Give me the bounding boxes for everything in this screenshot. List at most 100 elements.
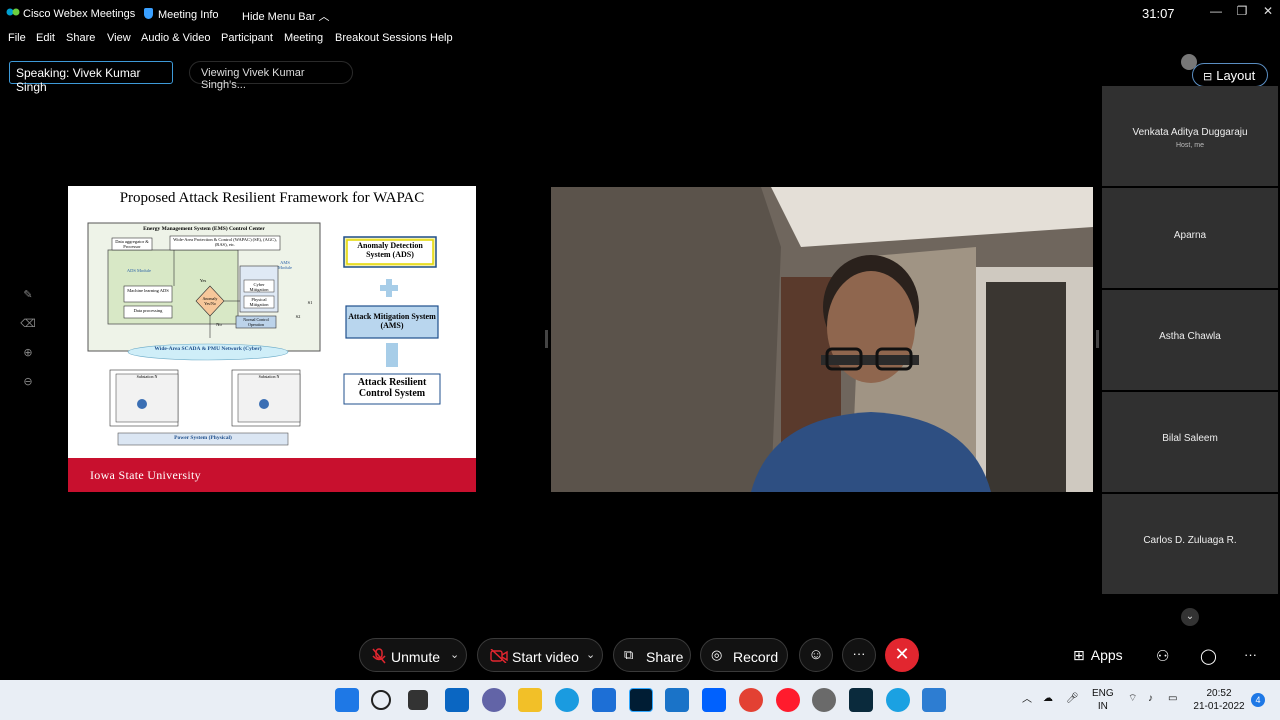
windows-taskbar: ︿ ☁ 🎤︎ ENG IN ⌔ ♪ ▭ 20:52 21-01-2022 4 — [0, 680, 1280, 720]
reactions-icon[interactable]: ☺ — [799, 638, 833, 672]
anomaly-decision-label: Anomaly Yes/No — [202, 296, 218, 306]
photoshop-icon[interactable] — [629, 688, 653, 712]
physical-mitigation-label: Physical Mitigation — [249, 297, 269, 307]
opera-icon[interactable] — [776, 688, 800, 712]
more-options-icon[interactable]: ··· — [842, 638, 876, 672]
substation-label: Substation N — [258, 374, 280, 379]
resize-handle-left[interactable] — [545, 330, 548, 348]
chevron-down-icon[interactable]: ⌄ — [450, 648, 459, 661]
participant-tile[interactable]: Carlos D. Zuluaga R. — [1102, 494, 1278, 594]
edge-icon[interactable] — [555, 688, 579, 712]
zoom-in-icon[interactable]: ⊕ — [18, 346, 38, 375]
start-icon[interactable] — [335, 688, 359, 712]
start-video-button[interactable]: Start video ⌄ — [477, 638, 603, 672]
title-bar: Cisco Webex Meetings Meeting Info Hide M… — [0, 0, 1280, 28]
clock[interactable]: 20:52 21-01-2022 — [1190, 687, 1248, 713]
participant-name: Aparna — [1173, 230, 1207, 241]
participant-tile[interactable]: Bilal Saleem — [1102, 392, 1278, 492]
shield-icon — [144, 8, 153, 19]
active-speaker-video — [551, 187, 1093, 492]
ems-label: Energy Management System (EMS) Control C… — [143, 226, 265, 232]
participants-icon[interactable]: ⚇ — [1156, 647, 1169, 665]
menu-audio-video[interactable]: Audio & Video — [141, 32, 211, 44]
clock-date: 21-01-2022 — [1193, 701, 1245, 712]
arcs-box-label: Attack Resilient Control System — [357, 377, 427, 399]
ml-ads-label: Machine learning ADS — [127, 288, 169, 293]
participant-tile[interactable]: Aparna — [1102, 188, 1278, 288]
chevron-up-icon: ︿ — [318, 11, 330, 23]
widgets-icon[interactable] — [445, 688, 469, 712]
minimize-icon[interactable]: — — [1205, 4, 1227, 20]
share-label: Share — [646, 649, 684, 665]
video-frame — [551, 187, 1093, 492]
shared-slide: Proposed Attack Resilient Framework for … — [68, 186, 476, 492]
cyber-mitigation-label: Cyber Mitigation — [249, 282, 269, 292]
wifi-icon[interactable]: ⌔ — [1128, 692, 1137, 705]
clock-time: 20:52 — [1206, 688, 1232, 699]
chat-icon[interactable]: ◯ — [1200, 647, 1217, 665]
record-button[interactable]: ◎ Record — [700, 638, 788, 672]
webex-meetings-icon[interactable] — [886, 688, 910, 712]
record-icon: ◎ — [711, 647, 723, 662]
unmute-label: Unmute — [391, 649, 441, 665]
chrome-icon[interactable] — [739, 688, 763, 712]
participant-tile[interactable]: Venkata Aditya Duggaraju Host, me — [1102, 86, 1278, 186]
chevron-up-icon[interactable]: ︿ — [1022, 693, 1032, 706]
menu-view[interactable]: View — [107, 32, 131, 44]
hide-menu-bar-label: Hide Menu Bar — [242, 11, 316, 23]
ads-module-label: ADS Module — [126, 268, 152, 273]
battery-icon[interactable]: ▭ — [1168, 692, 1177, 705]
volume-icon[interactable]: ♪ — [1148, 692, 1153, 705]
video-off-icon — [490, 649, 508, 663]
maximize-icon[interactable]: ❐ — [1231, 4, 1253, 20]
data-processing-label: Data processing — [133, 308, 163, 313]
speaking-indicator: Speaking: Vivek Kumar Singh — [9, 61, 173, 94]
menu-edit[interactable]: Edit — [36, 32, 55, 44]
search-icon[interactable] — [371, 690, 391, 710]
notification-badge[interactable]: 4 — [1251, 693, 1265, 707]
photos-icon[interactable] — [922, 688, 946, 712]
layout-label: Layout — [1216, 68, 1256, 83]
layout-icon: ⊟ — [1203, 71, 1213, 83]
menu-share[interactable]: Share — [66, 32, 95, 44]
chevron-down-icon[interactable]: ⌄ — [586, 648, 595, 661]
menu-help[interactable]: Help — [430, 32, 453, 44]
layout-button[interactable]: ⊟ Layout — [1192, 63, 1268, 87]
more-panels-icon[interactable]: ··· — [1244, 647, 1257, 662]
file-explorer-icon[interactable] — [518, 688, 542, 712]
participant-tile[interactable]: Astha Chawla — [1102, 290, 1278, 390]
onedrive-icon[interactable]: ☁ — [1043, 692, 1053, 705]
store-icon[interactable] — [592, 688, 616, 712]
mail-icon[interactable] — [665, 688, 689, 712]
scroll-down-icon[interactable]: ⌄ — [1181, 608, 1199, 626]
annotation-toolbar: ✎ ⌫ ⊕ ⊖ — [18, 288, 38, 404]
share-button[interactable]: ⧉ Share — [613, 638, 691, 672]
task-view-icon[interactable] — [408, 690, 428, 710]
annotate-icon[interactable]: ✎ — [18, 288, 38, 317]
apps-label: Apps — [1090, 647, 1123, 663]
zoom-out-icon[interactable]: ⊖ — [18, 375, 38, 404]
close-icon[interactable]: ✕ — [1257, 4, 1279, 20]
microphone-icon[interactable]: 🎤︎ — [1066, 692, 1079, 705]
data-aggregator-label: Data aggregator & Processor — [115, 239, 149, 249]
settings-icon[interactable] — [812, 688, 836, 712]
end-meeting-icon[interactable]: ✕ — [885, 638, 919, 672]
menu-meeting[interactable]: Meeting — [284, 32, 323, 44]
webex-taskbar-icon[interactable] — [849, 688, 873, 712]
language-indicator[interactable]: ENG IN — [1092, 687, 1114, 713]
hide-menu-bar-button[interactable]: Hide Menu Bar ︿ — [242, 8, 329, 24]
resize-handle-right[interactable] — [1096, 330, 1099, 348]
meeting-info-button[interactable]: Meeting Info — [144, 8, 219, 21]
menu-file[interactable]: File — [8, 32, 26, 44]
unmute-button[interactable]: Unmute ⌄ — [359, 638, 467, 672]
s1-label: S1 — [307, 300, 313, 305]
webex-logo-icon — [6, 8, 20, 16]
viewing-share-button[interactable]: Viewing Vivek Kumar Singh's... — [189, 61, 353, 91]
apps-button[interactable]: ⊞ Apps — [1073, 647, 1123, 664]
menu-breakout-sessions[interactable]: Breakout Sessions — [335, 32, 427, 44]
dropbox-icon[interactable] — [702, 688, 726, 712]
ams-box-label: Attack Mitigation System (AMS) — [348, 312, 436, 330]
clear-icon[interactable]: ⌫ — [18, 317, 38, 346]
menu-participant[interactable]: Participant — [221, 32, 273, 44]
teams-chat-icon[interactable] — [482, 688, 506, 712]
